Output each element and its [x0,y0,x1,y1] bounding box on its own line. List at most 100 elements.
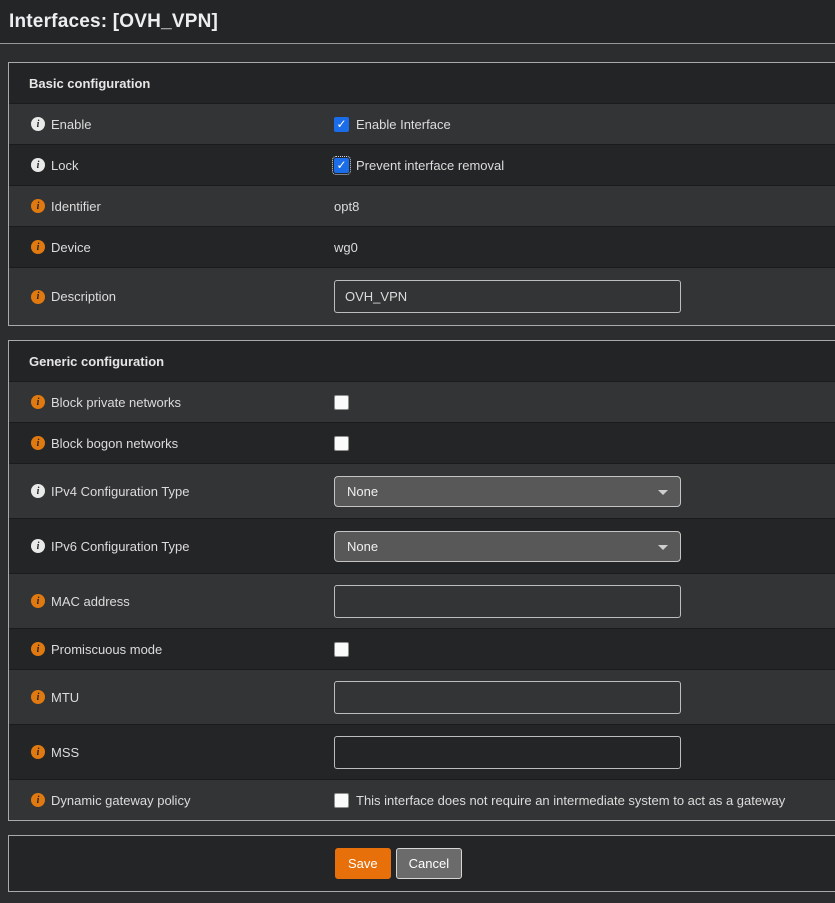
promiscuous-mode-checkbox[interactable] [334,642,349,657]
panel-generic-configuration: Generic configuration i Block private netw… [8,340,835,821]
field-row-device: i Device wg0 [9,226,835,267]
field-label: Device [51,240,91,255]
device-value: wg0 [334,240,358,255]
actions-panel: Save Cancel [8,835,835,892]
panel-basic-configuration: Basic configuration i Enable ✓ Enable Interf… [8,62,835,326]
info-icon[interactable]: i [31,642,45,656]
info-icon[interactable]: i [31,158,45,172]
lock-checkbox-label: Prevent interface removal [356,158,504,173]
info-icon[interactable]: i [31,793,45,807]
info-icon[interactable]: i [31,484,45,498]
field-label: Lock [51,158,78,173]
mss-input[interactable] [334,736,681,769]
field-row-dynamic-gateway-policy: i Dynamic gateway policy This interface do… [9,779,835,820]
field-label: IPv6 Configuration Type [51,539,190,554]
field-label-cell: i Enable [9,117,334,132]
mac-address-input[interactable] [334,585,681,618]
info-icon[interactable]: i [31,690,45,704]
field-row-identifier: i Identifier opt8 [9,185,835,226]
field-label-cell: i Promiscuous mode [9,642,334,657]
field-control-cell: None [334,476,835,507]
field-control-cell [334,642,835,657]
field-control-cell [334,280,835,313]
page-title-bar: Interfaces: [OVH_VPN] [0,0,835,44]
panel-header-label: Generic configuration [29,354,164,369]
ipv4-configuration-type-select[interactable]: None [334,476,681,507]
block-private-networks-checkbox[interactable] [334,395,349,410]
field-label: Block private networks [51,395,181,410]
field-label: Dynamic gateway policy [51,793,190,808]
info-icon[interactable]: i [31,117,45,131]
info-icon[interactable]: i [31,594,45,608]
info-icon[interactable]: i [31,436,45,450]
checkmark-icon: ✓ [336,159,346,171]
ipv6-configuration-type-select[interactable]: None [334,531,681,562]
field-control-cell [334,681,835,714]
dynamic-gateway-policy-checkbox-label: This interface does not require an inter… [356,793,785,808]
ipv4-configuration-type-selected-value: None [347,484,378,499]
field-row-mss: i MSS [9,724,835,779]
panel-header-label: Basic configuration [29,76,150,91]
info-icon[interactable]: i [31,395,45,409]
field-label-cell: i MTU [9,690,334,705]
page-title: Interfaces: [OVH_VPN] [9,11,218,33]
field-label-cell: i IPv6 Configuration Type [9,539,334,554]
form-panels: Basic configuration i Enable ✓ Enable Interf… [0,62,835,821]
chevron-down-icon [658,545,668,550]
field-label-cell: i MAC address [9,594,334,609]
info-icon[interactable]: i [31,539,45,553]
field-label-cell: i Device [9,240,334,255]
mtu-input[interactable] [334,681,681,714]
field-row-mtu: i MTU [9,669,835,724]
field-control-cell [334,736,835,769]
field-label-cell: i IPv4 Configuration Type [9,484,334,499]
field-label-cell: i Identifier [9,199,334,214]
field-label-cell: i MSS [9,745,334,760]
field-label: MAC address [51,594,130,609]
field-label: Enable [51,117,91,132]
field-label-cell: i Description [9,289,334,304]
enable-checkbox[interactable]: ✓ [334,117,349,132]
ipv6-configuration-type-selected-value: None [347,539,378,554]
description-input[interactable] [334,280,681,313]
actions-button-group: Save Cancel [335,848,462,879]
field-control-cell: None [334,531,835,562]
field-control-cell [334,436,835,451]
info-icon[interactable]: i [31,240,45,254]
field-label-cell: i Block bogon networks [9,436,334,451]
enable-checkbox-label: Enable Interface [356,117,451,132]
field-control-cell [334,395,835,410]
field-row-ipv6-configuration-type: i IPv6 Configuration Type None [9,518,835,573]
info-icon[interactable]: i [31,199,45,213]
cancel-button[interactable]: Cancel [396,848,462,879]
field-label: Identifier [51,199,101,214]
field-control-cell: wg0 [334,240,835,255]
field-label: IPv4 Configuration Type [51,484,190,499]
block-bogon-networks-checkbox[interactable] [334,436,349,451]
save-button[interactable]: Save [335,848,391,879]
field-row-block-bogon-networks: i Block bogon networks [9,422,835,463]
panel-header: Basic configuration [9,63,835,103]
field-label: MSS [51,745,79,760]
field-label: Description [51,289,116,304]
field-row-block-private-networks: i Block private networks [9,381,835,422]
field-label-cell: i Block private networks [9,395,334,410]
field-label: Promiscuous mode [51,642,162,657]
info-icon[interactable]: i [31,290,45,304]
field-row-lock: i Lock ✓ Prevent interface removal [9,144,835,185]
field-row-ipv4-configuration-type: i IPv4 Configuration Type None [9,463,835,518]
field-row-enable: i Enable ✓ Enable Interface [9,103,835,144]
chevron-down-icon [658,490,668,495]
dynamic-gateway-policy-checkbox[interactable] [334,793,349,808]
field-control-cell: ✓ Enable Interface [334,117,835,132]
field-control-cell: opt8 [334,199,835,214]
field-row-mac-address: i MAC address [9,573,835,628]
field-label: Block bogon networks [51,436,178,451]
field-label-cell: i Dynamic gateway policy [9,793,334,808]
info-icon[interactable]: i [31,745,45,759]
field-label-cell: i Lock [9,158,334,173]
lock-checkbox[interactable]: ✓ [334,158,349,173]
field-control-cell: ✓ Prevent interface removal [334,158,835,173]
field-label: MTU [51,690,79,705]
identifier-value: opt8 [334,199,359,214]
